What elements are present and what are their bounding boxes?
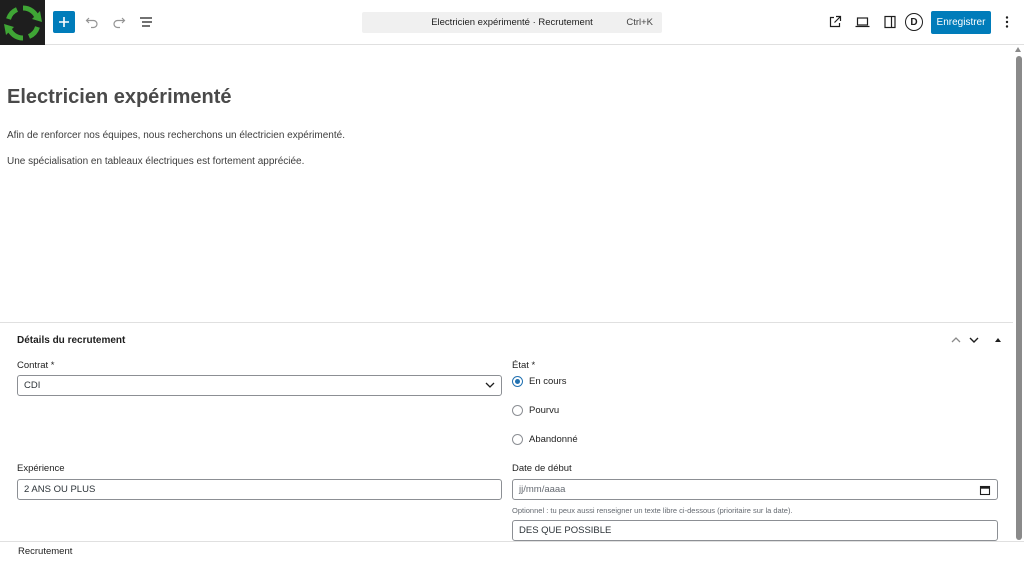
radio-label: Abandonné xyxy=(529,434,578,445)
external-link-icon xyxy=(829,15,842,28)
site-logo-icon[interactable] xyxy=(0,0,45,45)
desktop-icon xyxy=(855,17,869,28)
undo-button[interactable] xyxy=(82,12,102,32)
divi-icon[interactable]: D xyxy=(905,13,923,31)
command-palette-bar[interactable]: Electricien expérimenté · Recrutement Ct… xyxy=(362,12,662,33)
breadcrumb-item[interactable]: Recrutement xyxy=(18,546,72,557)
date-placeholder: jj/mm/aaaa xyxy=(519,484,566,495)
scrollbar-thumb[interactable] xyxy=(1016,56,1022,540)
document-overview-button[interactable] xyxy=(136,12,156,32)
etat-radio-en-cours[interactable]: En cours xyxy=(512,376,567,387)
etat-radio-abandonne[interactable]: Abandonné xyxy=(512,434,578,445)
date-help-text: Optionnel : tu peux aussi renseigner un … xyxy=(512,506,793,515)
paragraph-block[interactable]: Une spécialisation en tableaux électriqu… xyxy=(7,156,304,167)
editor-header: Electricien expérimenté · Recrutement Ct… xyxy=(0,0,1024,45)
toggle-panel-button[interactable] xyxy=(990,332,1006,348)
radio-label: En cours xyxy=(529,376,567,387)
device-preview-button[interactable] xyxy=(852,12,872,32)
view-post-button[interactable] xyxy=(825,12,845,32)
more-vertical-icon xyxy=(1005,16,1009,28)
redo-button[interactable] xyxy=(109,12,129,32)
chevron-up-icon xyxy=(951,337,961,343)
undo-icon xyxy=(85,17,98,29)
divi-letter: D xyxy=(910,16,918,28)
chevron-down-icon xyxy=(969,337,979,343)
settings-sidebar-button[interactable] xyxy=(880,12,900,32)
experience-input[interactable]: 2 ANS OU PLUS xyxy=(17,479,502,500)
experience-label: Expérience xyxy=(17,463,65,474)
triangle-up-icon xyxy=(995,338,1001,342)
calendar-icon[interactable] xyxy=(979,484,991,496)
contrat-value: CDI xyxy=(24,380,41,391)
paragraph-block[interactable]: Afin de renforcer nos équipes, nous rech… xyxy=(7,130,345,141)
block-inserter-button[interactable] xyxy=(53,11,75,33)
metabox-title: Détails du recrutement xyxy=(17,335,126,346)
sidebar-icon xyxy=(884,15,896,29)
contrat-select[interactable]: CDI xyxy=(17,375,502,396)
chevron-down-icon xyxy=(485,382,495,388)
date-free-text-input[interactable]: DES QUE POSSIBLE xyxy=(512,520,998,541)
plus-icon xyxy=(59,17,69,27)
redo-icon xyxy=(113,17,126,29)
list-view-icon xyxy=(140,17,152,27)
move-up-button[interactable] xyxy=(948,332,964,348)
contrat-label: Contrat * xyxy=(17,360,55,371)
radio-button[interactable] xyxy=(512,434,523,445)
etat-label: État * xyxy=(512,360,536,371)
save-button[interactable]: Enregistrer xyxy=(931,11,991,34)
date-debut-label: Date de début xyxy=(512,463,572,474)
date-debut-input[interactable]: jj/mm/aaaa xyxy=(512,479,998,500)
radio-label: Pourvu xyxy=(529,405,560,416)
radio-button[interactable] xyxy=(512,405,523,416)
scroll-up-arrow[interactable] xyxy=(1015,47,1021,52)
radio-button[interactable] xyxy=(512,376,523,387)
post-title[interactable]: Electricien expérimenté xyxy=(7,86,232,109)
move-down-button[interactable] xyxy=(966,332,982,348)
shortcut-hint: Ctrl+K xyxy=(626,17,653,28)
block-breadcrumb-bar: Recrutement xyxy=(0,541,1024,562)
recruitment-details-metabox: Détails du recrutement xyxy=(0,322,1013,541)
options-menu-button[interactable] xyxy=(998,12,1016,32)
document-title: Electricien expérimenté · Recrutement xyxy=(431,17,593,28)
etat-radio-pourvu[interactable]: Pourvu xyxy=(512,405,559,416)
